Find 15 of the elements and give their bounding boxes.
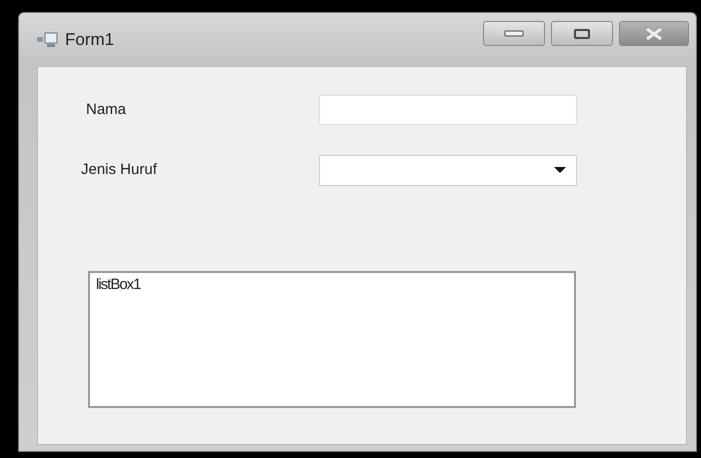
maximize-button[interactable] [551, 21, 613, 46]
combo-box[interactable] [319, 154, 577, 186]
list-box[interactable]: listBox1 [88, 271, 576, 408]
minimize-icon [504, 30, 524, 38]
field-label: Nama [86, 100, 128, 120]
window-title: Form1 [65, 28, 114, 51]
maximize-icon [573, 28, 591, 40]
minimize-button[interactable] [483, 21, 545, 46]
dropdown-arrow-icon [554, 167, 566, 173]
list-item[interactable]: listBox1 [96, 274, 568, 296]
field-label: Jenis Huruf [81, 160, 158, 180]
close-button[interactable] [619, 21, 689, 46]
app-icon [37, 32, 59, 48]
text-field[interactable] [319, 95, 577, 125]
close-icon [644, 28, 664, 40]
